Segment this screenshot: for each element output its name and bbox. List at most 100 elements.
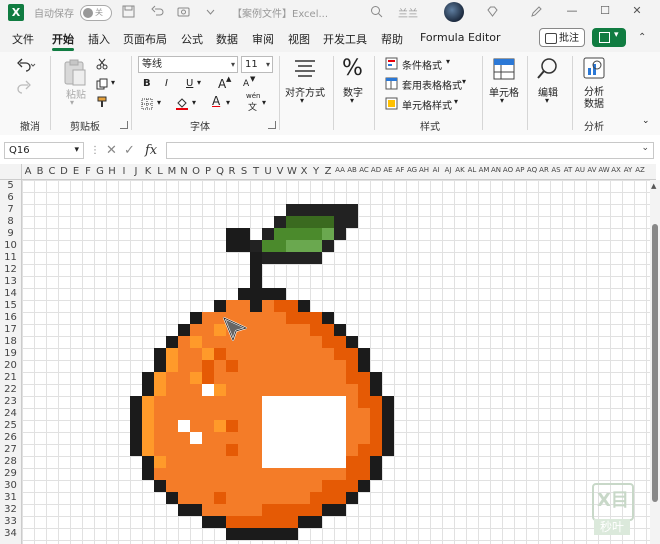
row-header[interactable]: 20 bbox=[0, 360, 21, 372]
expand-formula-icon[interactable]: ⌄ bbox=[641, 143, 649, 153]
conditional-format-button[interactable]: 条件格式 bbox=[402, 57, 442, 72]
diamond-icon[interactable] bbox=[486, 5, 499, 18]
column-header[interactable]: AW bbox=[598, 166, 610, 174]
row-header[interactable]: 9 bbox=[0, 228, 21, 240]
column-header[interactable]: K bbox=[142, 166, 154, 177]
tab-page-layout[interactable]: 页面布局 bbox=[123, 31, 167, 47]
share-button[interactable]: ▾ bbox=[592, 28, 626, 47]
row-header[interactable]: 12 bbox=[0, 264, 21, 276]
column-header[interactable]: H bbox=[106, 166, 118, 177]
copy-dropdown-icon[interactable]: ▾ bbox=[111, 78, 115, 87]
scroll-up-icon[interactable]: ▲ bbox=[651, 182, 656, 190]
ribbon-expand-icon[interactable]: ⌄ bbox=[642, 116, 650, 126]
column-header[interactable]: AR bbox=[538, 166, 550, 174]
column-header[interactable]: Y bbox=[310, 166, 322, 177]
column-header[interactable]: S bbox=[238, 166, 250, 177]
close-icon[interactable]: ✕ bbox=[630, 4, 644, 18]
column-header[interactable]: AL bbox=[466, 166, 478, 174]
column-header[interactable]: T bbox=[250, 166, 262, 177]
row-header[interactable]: 5 bbox=[0, 180, 21, 192]
underline-dropdown-icon[interactable]: ▾ bbox=[197, 78, 201, 87]
column-header[interactable]: AB bbox=[346, 166, 358, 174]
bold-button[interactable]: B bbox=[143, 78, 151, 89]
alignment-dropdown-icon[interactable]: ▾ bbox=[300, 96, 304, 105]
font-size-select[interactable]: 11 ▾ bbox=[241, 56, 273, 73]
column-header[interactable]: D bbox=[58, 166, 70, 177]
camera-icon[interactable] bbox=[177, 5, 190, 18]
column-header[interactable]: AN bbox=[490, 166, 502, 174]
redo-icon[interactable] bbox=[14, 80, 36, 94]
paste-icon[interactable] bbox=[62, 58, 88, 88]
pen-icon[interactable] bbox=[530, 5, 543, 18]
phonetic-button[interactable]: 文 bbox=[248, 100, 257, 113]
alignment-icon[interactable] bbox=[293, 58, 317, 80]
column-header[interactable]: AD bbox=[370, 166, 382, 174]
tab-formulas[interactable]: 公式 bbox=[181, 31, 203, 47]
column-header[interactable]: P bbox=[202, 166, 214, 177]
row-header[interactable]: 27 bbox=[0, 444, 21, 456]
font-color-button[interactable]: A bbox=[212, 94, 220, 108]
name-box[interactable]: Q16 ▾ bbox=[4, 142, 84, 159]
row-header[interactable]: 32 bbox=[0, 504, 21, 516]
search-icon[interactable] bbox=[370, 5, 383, 18]
column-header[interactable]: V bbox=[274, 166, 286, 177]
row-header[interactable]: 7 bbox=[0, 204, 21, 216]
cells-icon[interactable] bbox=[492, 57, 516, 81]
row-header[interactable]: 23 bbox=[0, 396, 21, 408]
column-header[interactable]: AV bbox=[586, 166, 598, 174]
column-header[interactable]: Q bbox=[214, 166, 226, 177]
column-header[interactable]: N bbox=[178, 166, 190, 177]
fill-color-dropdown-icon[interactable]: ▾ bbox=[192, 98, 196, 107]
cells-dropdown-icon[interactable]: ▾ bbox=[500, 96, 504, 105]
column-header[interactable]: W bbox=[286, 166, 298, 177]
search-icon[interactable] bbox=[536, 56, 560, 82]
column-header[interactable]: AG bbox=[406, 166, 418, 174]
column-header[interactable]: AY bbox=[622, 166, 634, 174]
column-header[interactable]: A bbox=[22, 166, 34, 177]
underline-button[interactable]: U bbox=[186, 78, 193, 89]
column-header[interactable]: AJ bbox=[442, 166, 454, 174]
tab-help[interactable]: 帮助 bbox=[381, 31, 403, 47]
tab-view[interactable]: 视图 bbox=[288, 31, 310, 47]
font-name-select[interactable]: 等线 ▾ bbox=[138, 56, 238, 73]
format-painter-icon[interactable] bbox=[96, 96, 108, 108]
row-header[interactable]: 11 bbox=[0, 252, 21, 264]
row-header[interactable]: 24 bbox=[0, 408, 21, 420]
cancel-icon[interactable]: ✕ bbox=[106, 143, 117, 158]
row-header[interactable]: 8 bbox=[0, 216, 21, 228]
row-header[interactable]: 22 bbox=[0, 384, 21, 396]
row-header[interactable]: 31 bbox=[0, 492, 21, 504]
shrink-font-button[interactable]: A bbox=[243, 79, 249, 89]
column-header[interactable]: U bbox=[262, 166, 274, 177]
column-header[interactable]: E bbox=[70, 166, 82, 177]
column-header[interactable]: AM bbox=[478, 166, 490, 174]
more-icon[interactable] bbox=[204, 5, 217, 18]
cell-grid[interactable] bbox=[22, 180, 650, 544]
undo-icon[interactable] bbox=[14, 58, 36, 72]
column-header[interactable]: I bbox=[118, 166, 130, 177]
tab-insert[interactable]: 插入 bbox=[88, 31, 110, 47]
select-all-button[interactable] bbox=[0, 164, 22, 180]
comment-button[interactable]: 批注 bbox=[539, 28, 585, 47]
row-header[interactable]: 17 bbox=[0, 324, 21, 336]
row-header[interactable]: 34 bbox=[0, 528, 21, 540]
column-header[interactable]: O bbox=[190, 166, 202, 177]
phonetic-dropdown-icon[interactable]: ▾ bbox=[262, 98, 266, 107]
column-header[interactable]: AK bbox=[454, 166, 466, 174]
analyze-label-2[interactable]: 数据 bbox=[584, 95, 604, 110]
column-header[interactable]: AI bbox=[430, 166, 442, 174]
copy-icon[interactable] bbox=[96, 78, 108, 90]
row-header[interactable]: 10 bbox=[0, 240, 21, 252]
vertical-scrollbar[interactable]: ▲ bbox=[650, 180, 660, 544]
row-header[interactable]: 19 bbox=[0, 348, 21, 360]
row-header[interactable]: 30 bbox=[0, 480, 21, 492]
column-header[interactable]: B bbox=[34, 166, 46, 177]
row-header[interactable]: 14 bbox=[0, 288, 21, 300]
percent-icon[interactable]: % bbox=[342, 56, 363, 81]
column-header[interactable]: AZ bbox=[634, 166, 646, 174]
maximize-icon[interactable]: ☐ bbox=[598, 4, 612, 18]
column-header[interactable]: AC bbox=[358, 166, 370, 174]
column-header[interactable]: G bbox=[94, 166, 106, 177]
editing-dropdown-icon[interactable]: ▾ bbox=[545, 96, 549, 105]
fill-color-icon[interactable] bbox=[175, 96, 189, 110]
